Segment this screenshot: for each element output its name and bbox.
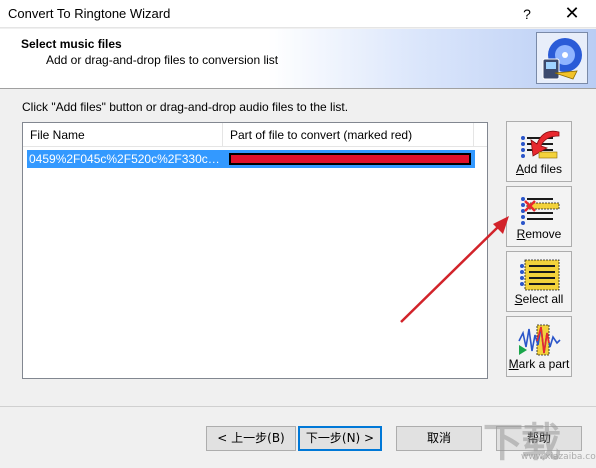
mark-part-label: Mark a part	[508, 357, 570, 371]
file-name-cell: 0459%2F045c%2F520c%2F330c359...	[29, 152, 225, 166]
mark-part-button[interactable]: Mark a part	[506, 316, 572, 377]
back-button[interactable]: < 上一步(B)	[206, 426, 296, 451]
file-list[interactable]: File Name Part of file to convert (marke…	[22, 122, 488, 379]
part-fill	[231, 155, 469, 163]
part-bar[interactable]	[229, 153, 471, 165]
instruction-text: Click "Add files" button or drag-and-dro…	[22, 100, 349, 114]
table-row[interactable]: 0459%2F045c%2F520c%2F330c359...	[27, 150, 475, 168]
remove-icon	[521, 197, 560, 225]
add-files-label: Add files	[515, 162, 563, 176]
column-header-file-name[interactable]: File Name	[23, 123, 223, 147]
window-title: Convert To Ringtone Wizard	[8, 6, 171, 21]
help-title-button[interactable]: ?	[512, 0, 542, 28]
select-all-button[interactable]: Select all	[506, 251, 572, 312]
help-button[interactable]: 帮助	[496, 426, 582, 451]
close-button[interactable]: ✕	[552, 0, 592, 28]
add-files-button[interactable]: Add files	[506, 121, 572, 182]
header-title: Select music files	[21, 37, 122, 51]
cancel-button[interactable]: 取消	[396, 426, 482, 451]
add-files-icon	[521, 130, 560, 159]
select-all-icon	[520, 259, 560, 291]
footer-divider	[0, 406, 596, 407]
remove-button[interactable]: Remove	[506, 186, 572, 247]
mark-part-icon	[518, 324, 561, 356]
select-all-label: Select all	[514, 292, 564, 306]
title-bar: Convert To Ringtone Wizard ? ✕	[0, 0, 596, 28]
next-button[interactable]: 下一步(N) >	[298, 426, 382, 451]
column-header-part[interactable]: Part of file to convert (marked red)	[224, 123, 474, 147]
remove-label: Remove	[516, 227, 562, 241]
wizard-header: Select music files Add or drag-and-drop …	[0, 29, 596, 89]
list-header: File Name Part of file to convert (marke…	[23, 123, 487, 147]
watermark-url: www.xiazaiba.com	[521, 452, 596, 462]
ringtone-logo-icon	[536, 32, 588, 84]
header-subtitle: Add or drag-and-drop files to conversion…	[46, 53, 279, 67]
